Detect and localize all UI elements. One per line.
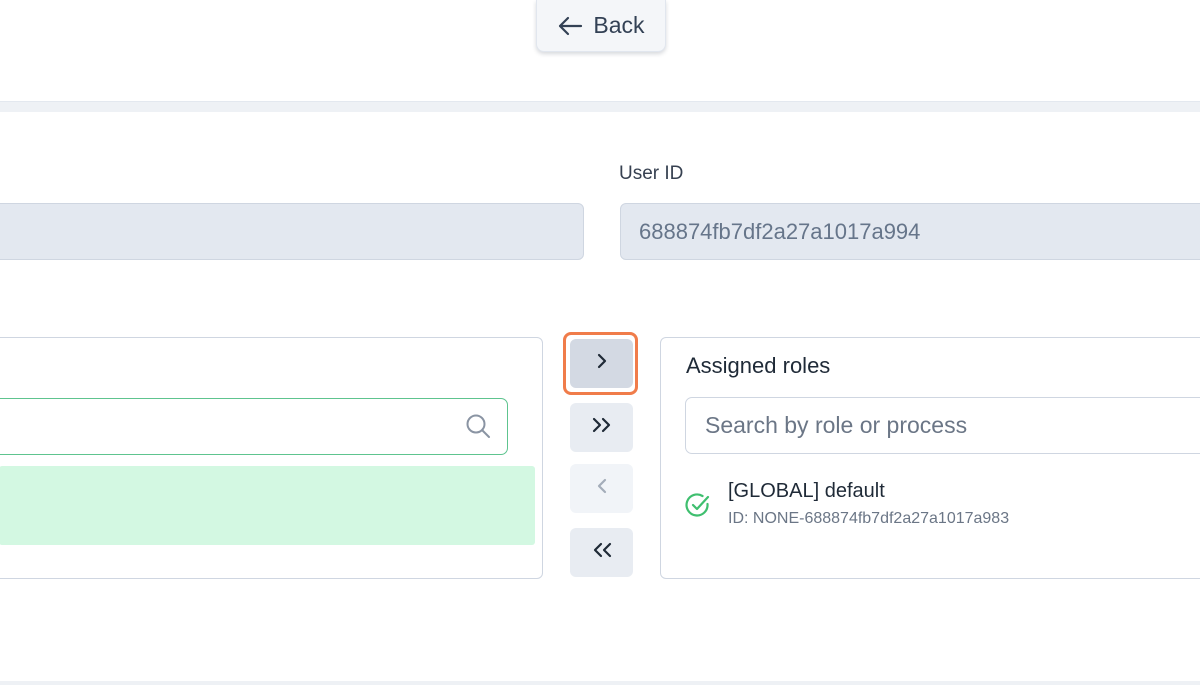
assigned-role-item[interactable]: [GLOBAL] default ID: NONE-688874fb7df2a2… [685, 478, 1200, 534]
available-roles-search-input[interactable] [0, 398, 508, 455]
user-id-value: 688874fb7df2a27a1017a994 [639, 218, 921, 244]
top-bar: Back [0, 0, 1200, 102]
move-all-right-button[interactable] [570, 403, 633, 452]
move-all-left-button[interactable] [570, 528, 633, 577]
double-chevron-left-icon [591, 542, 613, 563]
move-selected-right-button[interactable] [570, 339, 633, 388]
assigned-roles-panel: Assigned roles [GLOBAL] default ID: NONE… [660, 337, 1200, 579]
user-id-label: User ID [619, 163, 684, 184]
back-button[interactable]: Back [536, 0, 666, 52]
role-name: [GLOBAL] default [728, 480, 885, 502]
chevron-left-icon [595, 478, 609, 499]
search-icon [465, 413, 491, 444]
move-selected-left-button[interactable] [570, 464, 633, 513]
assigned-roles-search-input[interactable] [685, 397, 1200, 454]
arrow-left-icon [557, 16, 583, 36]
check-circle-icon [685, 492, 711, 523]
user-id-field[interactable]: 688874fb7df2a27a1017a994 [620, 203, 1200, 260]
assigned-roles-title: Assigned roles [686, 353, 831, 378]
chevron-right-icon [595, 353, 609, 374]
available-roles-panel [0, 337, 543, 579]
available-role-item-selected[interactable] [0, 466, 535, 545]
back-button-label: Back [593, 12, 645, 38]
role-id: ID: NONE-688874fb7df2a27a1017a983 [728, 510, 1010, 527]
username-field[interactable] [0, 203, 584, 260]
double-chevron-right-icon [591, 417, 613, 438]
